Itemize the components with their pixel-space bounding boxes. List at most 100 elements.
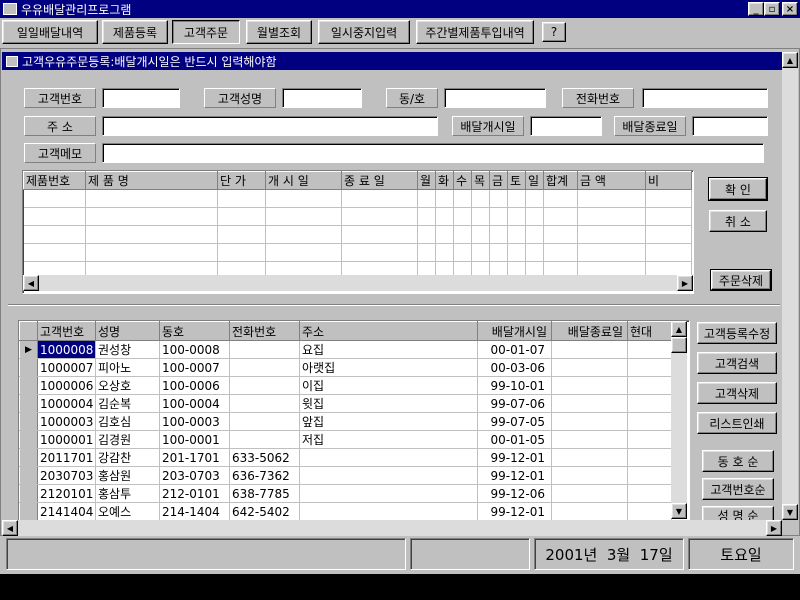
row-selector[interactable] [19, 358, 38, 377]
customer-name-cell[interactable]: 피아노 [95, 358, 160, 377]
customer-row[interactable]: ▶ 1000008 권성창 100-0008 요집 00-01-07 [19, 340, 672, 359]
customer-extra-cell[interactable] [627, 430, 672, 449]
memo-field[interactable] [102, 143, 764, 163]
order-cell[interactable] [577, 189, 646, 208]
customer-name-cell[interactable]: 홍삼투 [95, 484, 160, 503]
order-cell[interactable] [217, 243, 266, 262]
customer-extra-cell[interactable] [627, 358, 672, 377]
window-scroll-right-icon[interactable]: ▶ [766, 520, 782, 536]
order-cell[interactable] [543, 189, 578, 208]
order-row[interactable] [23, 225, 692, 244]
order-cell[interactable] [417, 207, 436, 226]
order-cell[interactable] [543, 207, 578, 226]
customer-phone-cell[interactable] [229, 412, 300, 431]
customer-name-cell[interactable]: 김경원 [95, 430, 160, 449]
order-cell[interactable] [217, 225, 266, 244]
customer-dongho-cell[interactable]: 100-0003 [159, 412, 230, 431]
customer-col-address[interactable]: 주소 [299, 321, 478, 341]
order-col-fri[interactable]: 금 [489, 171, 508, 190]
order-cell[interactable] [85, 189, 218, 208]
order-cell[interactable] [453, 225, 472, 244]
customer-no-cell[interactable]: 1000001 [37, 430, 96, 449]
customer-phone-cell[interactable]: 633-5062 [229, 448, 300, 467]
customer-end-cell[interactable] [551, 502, 628, 521]
order-col-amount[interactable]: 금 액 [577, 171, 646, 190]
menu-help-button[interactable]: ? [542, 22, 566, 42]
row-selector[interactable] [19, 430, 38, 449]
menu-daily-delivery-button[interactable]: 일일배달내역 [2, 20, 98, 44]
customer-no-cell[interactable]: 2141404 [37, 502, 96, 521]
order-cell[interactable] [645, 207, 692, 226]
row-selector[interactable] [19, 448, 38, 467]
customer-address-cell[interactable]: 저집 [299, 430, 478, 449]
order-cell[interactable] [525, 225, 544, 244]
menu-pause-input-button[interactable]: 일시중지입력 [318, 20, 410, 44]
grid-scroll-up-icon[interactable]: ▲ [671, 321, 687, 337]
customer-address-cell[interactable]: 윗집 [299, 394, 478, 413]
phone-field[interactable] [642, 88, 768, 108]
customer-dongho-cell[interactable]: 212-0101 [159, 484, 230, 503]
customer-dongho-cell[interactable]: 100-0004 [159, 394, 230, 413]
customer-phone-cell[interactable] [229, 394, 300, 413]
order-cell[interactable] [525, 207, 544, 226]
customer-phone-cell[interactable] [229, 340, 300, 359]
confirm-button[interactable]: 확 인 [708, 177, 768, 201]
customer-end-cell[interactable] [551, 412, 628, 431]
customer-phone-cell[interactable] [229, 376, 300, 395]
customer-end-cell[interactable] [551, 394, 628, 413]
customer-no-field[interactable] [102, 88, 180, 108]
customer-dongho-cell[interactable]: 214-1404 [159, 502, 230, 521]
customer-end-cell[interactable] [551, 448, 628, 467]
order-cell[interactable] [217, 189, 266, 208]
customer-start-cell[interactable]: 99-07-06 [477, 394, 552, 413]
scroll-right-icon[interactable]: ▶ [677, 275, 693, 291]
minimize-button[interactable]: _ [748, 2, 764, 16]
sort-dongho-button[interactable]: 동 호 순 [702, 450, 774, 472]
customer-col-end[interactable]: 배달종료일 [551, 321, 628, 341]
customer-row[interactable]: 2141404 오예스 214-1404 642-5402 99-12-01 [19, 502, 672, 521]
customer-edit-button[interactable]: 고객등록수정 [697, 322, 777, 344]
cancel-button[interactable]: 취 소 [709, 210, 767, 232]
order-cell[interactable] [489, 225, 508, 244]
close-button[interactable]: × [782, 2, 798, 16]
order-col-mon[interactable]: 월 [417, 171, 436, 190]
order-cell[interactable] [471, 225, 490, 244]
order-cell[interactable] [341, 225, 418, 244]
order-cell[interactable] [507, 207, 526, 226]
customer-start-cell[interactable]: 99-12-01 [477, 466, 552, 485]
window-scroll-left-icon[interactable]: ◀ [2, 520, 18, 536]
order-cell[interactable] [265, 189, 342, 208]
customer-address-cell[interactable]: 아랫집 [299, 358, 478, 377]
customer-address-cell[interactable] [299, 466, 478, 485]
row-selector[interactable] [19, 502, 38, 521]
order-col-total[interactable]: 합계 [543, 171, 578, 190]
customer-row[interactable]: 2011701 강감찬 201-1701 633-5062 99-12-01 [19, 448, 672, 467]
customer-address-cell[interactable]: 요집 [299, 340, 478, 359]
maximize-button[interactable]: ▫ [764, 2, 780, 16]
window-vertical-scrollbar[interactable]: ▲ ▼ [782, 52, 798, 520]
customer-end-cell[interactable] [551, 340, 628, 359]
customer-row[interactable]: 1000006 오상호 100-0006 이집 99-10-01 [19, 376, 672, 395]
order-cell[interactable] [435, 225, 454, 244]
menu-weekly-product-button[interactable]: 주간별제품투입내역 [416, 20, 534, 44]
customer-no-cell[interactable]: 1000004 [37, 394, 96, 413]
grid-scroll-down-icon[interactable]: ▼ [671, 503, 687, 519]
order-cell[interactable] [471, 207, 490, 226]
customer-name-cell[interactable]: 강감찬 [95, 448, 160, 467]
customer-grid-vscrollbar[interactable]: ▲ ▼ [671, 321, 687, 519]
customer-row[interactable]: 2120101 홍삼투 212-0101 638-7785 99-12-06 [19, 484, 672, 503]
order-cell[interactable] [577, 207, 646, 226]
order-col-end-date[interactable]: 종 료 일 [341, 171, 418, 190]
order-cell[interactable] [85, 207, 218, 226]
customer-phone-cell[interactable]: 636-7362 [229, 466, 300, 485]
order-col-sun[interactable]: 일 [525, 171, 544, 190]
customer-col-phone[interactable]: 전화번호 [229, 321, 300, 341]
customer-extra-cell[interactable] [627, 448, 672, 467]
row-selector[interactable] [19, 466, 38, 485]
order-cell[interactable] [265, 243, 342, 262]
order-cell[interactable] [645, 225, 692, 244]
customer-no-cell[interactable]: 2120101 [37, 484, 96, 503]
customer-address-cell[interactable]: 앞집 [299, 412, 478, 431]
customer-dongho-cell[interactable]: 203-0703 [159, 466, 230, 485]
delete-order-button[interactable]: 주문삭제 [710, 269, 772, 291]
